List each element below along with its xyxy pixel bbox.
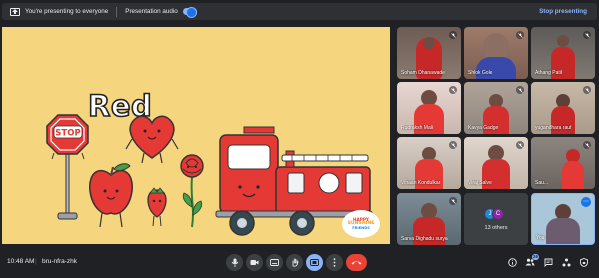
muted-mic-icon <box>583 141 591 149</box>
captions-button[interactable] <box>266 254 283 271</box>
microphone-button[interactable] <box>226 254 243 271</box>
muted-mic-icon <box>516 31 524 39</box>
participant-tile[interactable]: Viraj Salve <box>464 137 528 189</box>
participant-name: Vihaan Kondulkar <box>401 180 441 186</box>
participant-count-badge: 26 <box>531 254 539 260</box>
activities-icon <box>562 258 570 266</box>
participant-tile[interactable]: Athang Patil <box>531 27 595 79</box>
muted-mic-icon <box>516 141 524 149</box>
presentation-audio-label: Presentation audio <box>125 8 178 15</box>
slide-illustration: STOP <box>46 114 373 236</box>
more-options-button[interactable] <box>326 254 343 271</box>
apple-icon <box>89 163 133 228</box>
captions-icon <box>270 259 279 266</box>
stop-presenting-button[interactable]: Stop presenting <box>539 8 587 15</box>
current-time: 10:48 AM <box>7 258 35 265</box>
participant-name: Sarva Dighadu surya <box>401 236 448 242</box>
end-call-button[interactable] <box>346 254 367 271</box>
present-now-button[interactable] <box>306 254 323 271</box>
participant-name: Sau... <box>535 180 549 186</box>
host-controls-button[interactable] <box>577 255 591 269</box>
people-button[interactable]: 26 <box>523 254 539 269</box>
muted-mic-icon <box>516 86 524 94</box>
presenting-banner: You're presenting to everyone Presentati… <box>2 3 597 20</box>
participant-name: Rudraksh Mali <box>401 125 433 131</box>
muted-mic-icon <box>449 141 457 149</box>
camera-button[interactable] <box>246 254 263 271</box>
divider <box>116 6 118 17</box>
divider: | <box>35 258 37 265</box>
logo-line-3: FRIENDS <box>352 225 370 230</box>
muted-mic-icon <box>449 197 457 205</box>
info-icon <box>507 257 517 267</box>
avatar: C <box>492 208 504 220</box>
others-tile[interactable]: J C 13 others <box>464 193 528 245</box>
muted-mic-icon <box>583 86 591 94</box>
strawberry-icon <box>147 187 167 227</box>
participant-name: Shlok Gole <box>468 70 493 76</box>
participant-tile[interactable]: Sarva Dighadu surya <box>397 193 461 245</box>
shield-lock-icon <box>580 257 588 267</box>
more-options-icon[interactable]: ⋯ <box>581 197 591 207</box>
camera-icon <box>250 260 259 265</box>
participant-tile[interactable]: yugandhara raut <box>531 82 595 134</box>
present-icon <box>310 259 319 266</box>
muted-mic-icon <box>449 31 457 39</box>
muted-mic-icon <box>449 86 457 94</box>
others-count-label: 13 others <box>484 225 508 231</box>
self-name: You <box>536 235 545 241</box>
stop-sign-icon: STOP <box>46 114 89 220</box>
participant-name: Viraj Salve <box>468 180 492 186</box>
participant-tile[interactable]: Sau... <box>531 137 595 189</box>
self-view-tile[interactable]: ⋯ You <box>531 193 595 245</box>
activities-button[interactable] <box>559 255 573 269</box>
present-screen-icon <box>10 7 20 16</box>
sunshine-logo: HAPPY SUNSHINE FRIENDS <box>342 210 380 238</box>
participant-name: Kavya Gadge <box>468 125 499 131</box>
chat-icon <box>544 258 552 267</box>
mic-icon <box>231 258 238 267</box>
muted-mic-icon <box>583 31 591 39</box>
participant-tile[interactable]: Soham Dhanawade <box>397 27 461 79</box>
participant-tile[interactable]: Shlok Gole <box>464 27 528 79</box>
participant-tile[interactable]: Vihaan Kondulkar <box>397 137 461 189</box>
presenting-status-text: You're presenting to everyone <box>25 8 109 15</box>
svg-text:STOP: STOP <box>55 129 80 139</box>
hand-icon <box>292 258 298 267</box>
meeting-details-button[interactable] <box>505 255 519 269</box>
raise-hand-button[interactable] <box>286 254 303 271</box>
hang-up-icon <box>351 261 362 265</box>
presentation-audio-toggle[interactable] <box>182 7 197 18</box>
participant-name: Athang Patil <box>535 70 562 76</box>
meeting-code: bru-nfra-zhk <box>42 258 78 265</box>
meet-window: You're presenting to everyone Presentati… <box>0 0 599 278</box>
participant-tile[interactable]: Rudraksh Mali <box>397 82 461 134</box>
more-vert-icon <box>333 258 336 267</box>
participant-name: yugandhara raut <box>535 125 572 131</box>
heart-icon <box>125 115 179 164</box>
rose-icon <box>180 154 204 228</box>
presentation-stage: Red STOP HAPPY SUNSHINE FRIENDS <box>2 27 390 244</box>
participant-tile[interactable]: Kavya Gadge <box>464 82 528 134</box>
chat-button[interactable] <box>541 255 555 269</box>
participant-name: Soham Dhanawade <box>401 70 445 76</box>
bottom-controls-bar: 10:48 AM | bru-nfra-zhk 26 <box>0 250 599 278</box>
